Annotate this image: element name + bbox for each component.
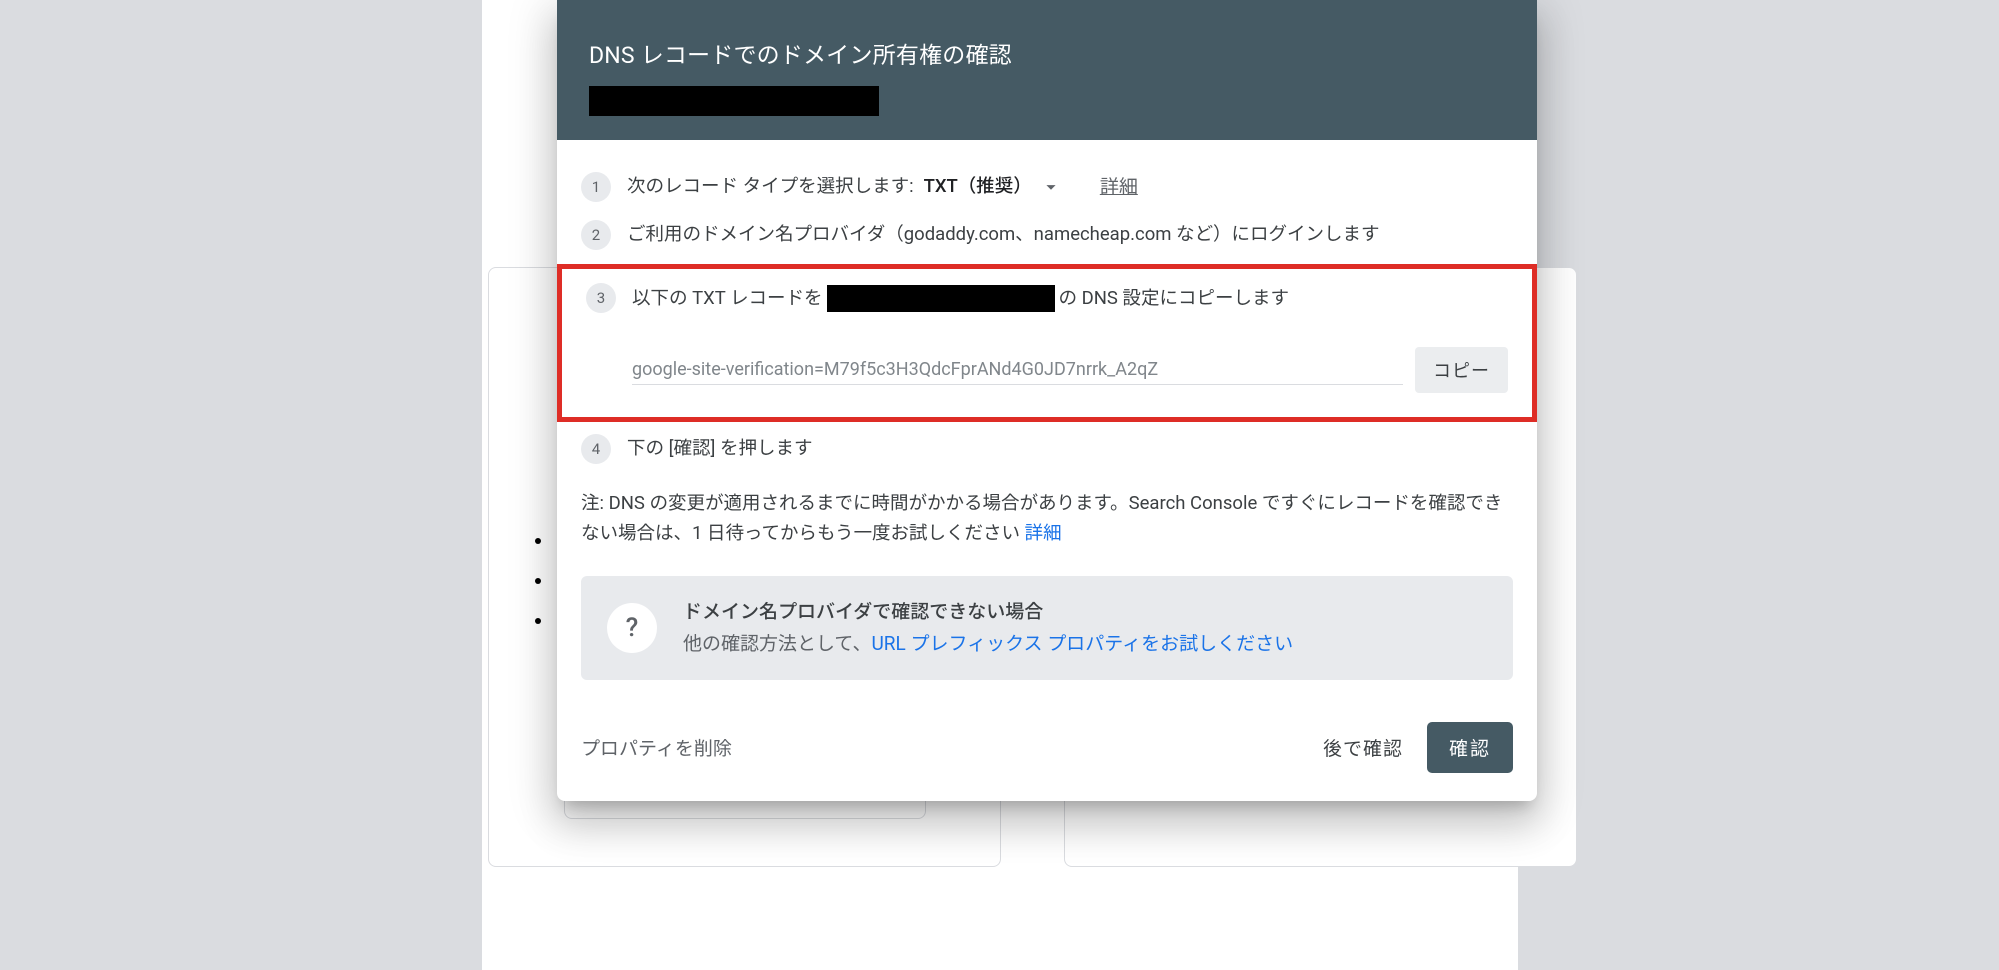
dns-verification-dialog: DNS レコードでのドメイン所有権の確認 1 次のレコード タイプを選択します:… <box>557 0 1537 801</box>
url-prefix-link[interactable]: URL プレフィックス プロパティをお試しください <box>871 632 1293 655</box>
dialog-title: DNS レコードでのドメイン所有権の確認 <box>589 40 1505 72</box>
step1-label: 次のレコード タイプを選択します: <box>627 172 914 201</box>
step3-highlight: 3 以下の TXT レコードを の DNS 設定にコピーします コピー <box>557 264 1537 422</box>
verify-later-button[interactable]: 後で確認 <box>1323 734 1403 761</box>
step4-text: 下の [確認] を押します <box>627 434 1513 463</box>
domain-name-redacted-inline <box>827 285 1055 312</box>
step-2: 2 ご利用のドメイン名プロバイダ（godaddy.com、namecheap.c… <box>581 220 1513 250</box>
dialog-footer: プロパティを削除 後で確認 確認 <box>557 704 1537 801</box>
step-number-badge: 4 <box>581 434 611 464</box>
step-number-badge: 3 <box>586 283 616 313</box>
verify-button[interactable]: 確認 <box>1427 722 1513 773</box>
step-number-badge: 1 <box>581 172 611 202</box>
step3-text-prefix: 以下の TXT レコードを <box>632 284 823 312</box>
step1-details-link[interactable]: 詳細 <box>1100 172 1138 201</box>
chevron-down-icon <box>1040 172 1062 201</box>
txt-record-input[interactable] <box>632 355 1403 385</box>
domain-name-redacted <box>589 86 879 116</box>
dialog-body: 1 次のレコード タイプを選択します: TXT（推奨） 詳細 2 ご利用のドメイ… <box>557 140 1537 704</box>
dns-note: 注: DNS の変更が適用されるまでに時間がかかる場合があります。Search … <box>581 488 1513 548</box>
alt-verification-info: ? ドメイン名プロバイダで確認できない場合 他の確認方法として、URL プレフィ… <box>581 576 1513 680</box>
info-title: ドメイン名プロバイダで確認できない場合 <box>683 598 1487 626</box>
help-icon: ? <box>607 603 657 653</box>
record-type-dropdown[interactable]: TXT（推奨） <box>924 172 1062 201</box>
dialog-header: DNS レコードでのドメイン所有権の確認 <box>557 0 1537 140</box>
background-bullet <box>535 538 541 544</box>
record-type-value: TXT（推奨） <box>924 172 1032 201</box>
copy-button[interactable]: コピー <box>1415 347 1508 393</box>
note-details-link[interactable]: 詳細 <box>1025 522 1062 544</box>
step-4: 4 下の [確認] を押します <box>581 434 1513 464</box>
step-1: 1 次のレコード タイプを選択します: TXT（推奨） 詳細 <box>581 172 1513 202</box>
info-sub-prefix: 他の確認方法として、 <box>683 632 871 655</box>
step-number-badge: 2 <box>581 220 611 250</box>
step2-text: ご利用のドメイン名プロバイダ（godaddy.com、namecheap.com… <box>627 220 1513 249</box>
delete-property-link[interactable]: プロパティを削除 <box>581 734 732 761</box>
step3-text-suffix: の DNS 設定にコピーします <box>1059 284 1290 312</box>
background-bullet <box>535 578 541 584</box>
background-bullet <box>535 618 541 624</box>
